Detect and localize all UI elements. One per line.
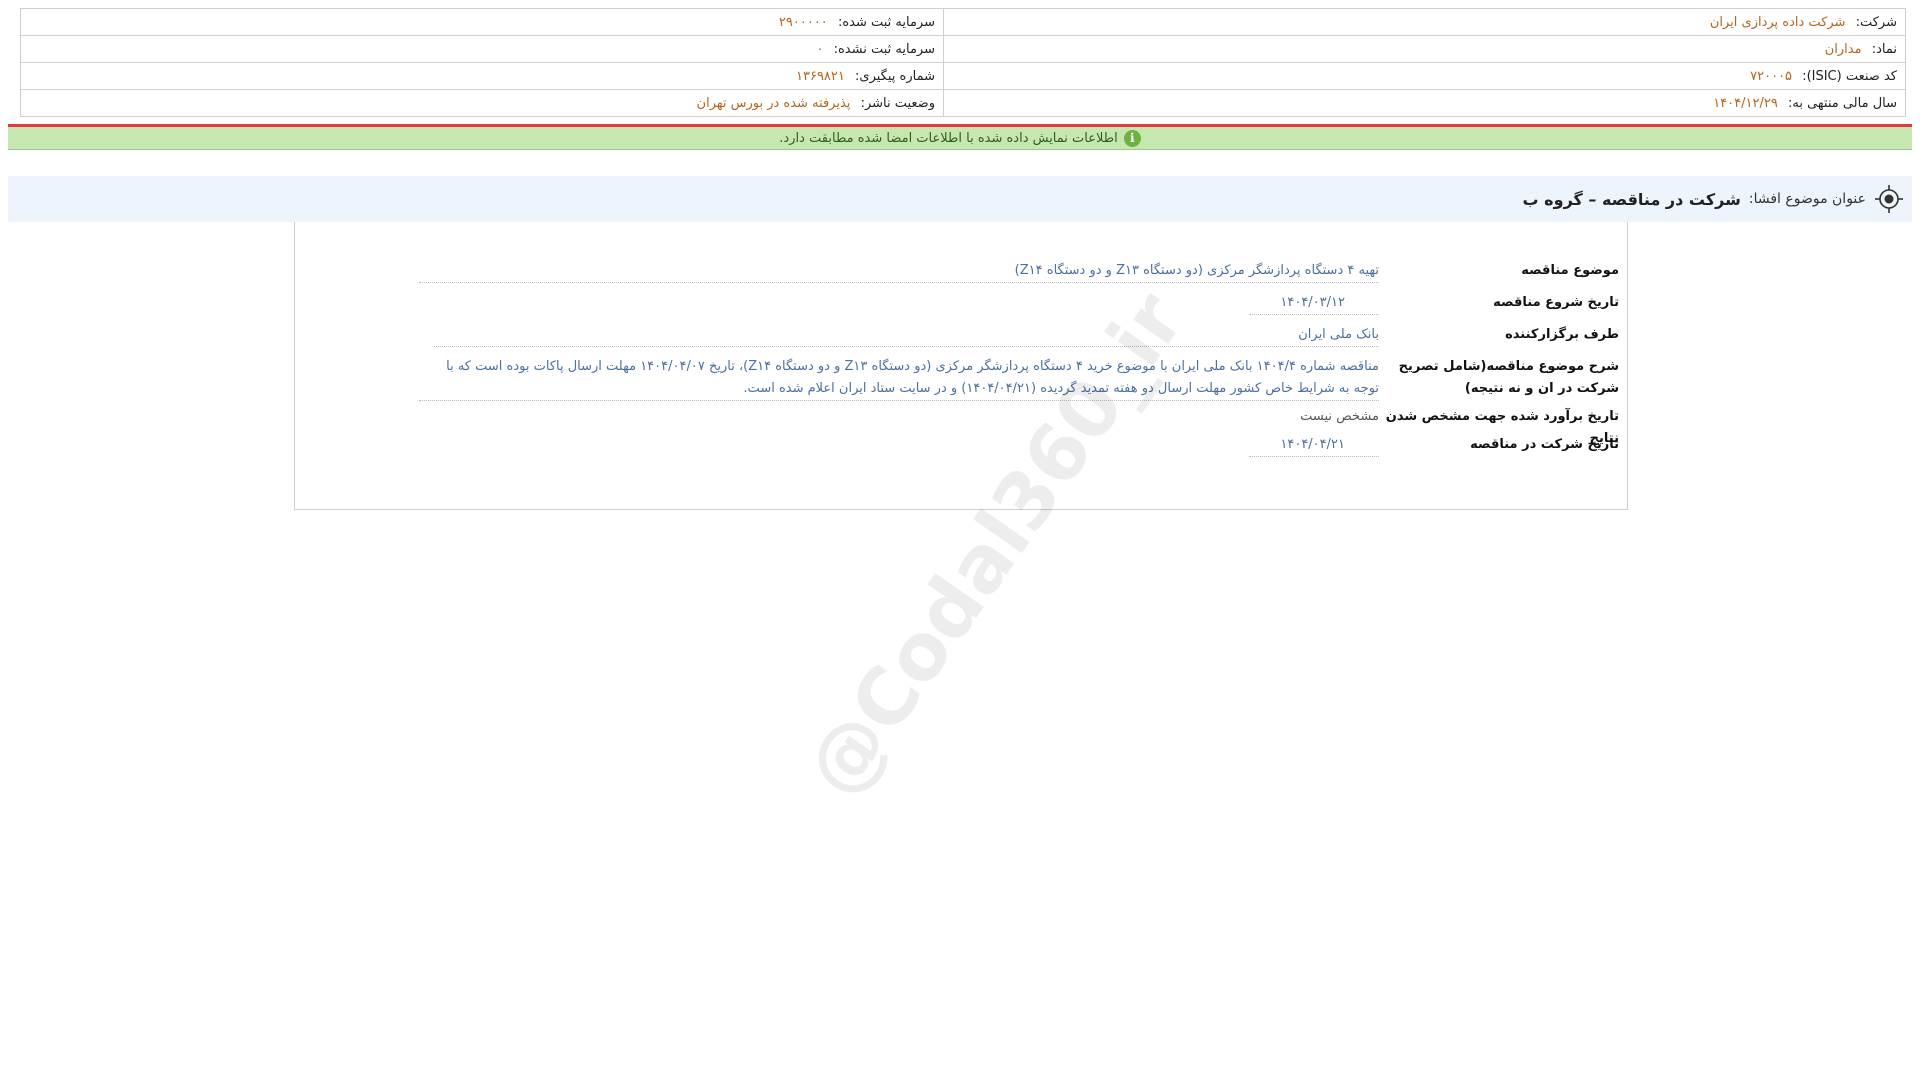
start-date-row: تاریخ شروع مناقصه ۱۴۰۴/۰۳/۱۲ <box>1249 292 1619 315</box>
description-value: مناقصه شماره ۱۴۰۴/۴ بانک ملی ایران با مو… <box>419 356 1379 401</box>
tracking-label: شماره پیگیری: <box>855 68 935 84</box>
participation-date-value: ۱۴۰۴/۰۴/۲۱ <box>1249 434 1379 457</box>
organizer-row: طرف برگزارکننده بانک ملی ایران <box>434 324 1619 347</box>
unregistered-capital-label: سرمایه ثبت نشده: <box>833 41 935 57</box>
symbol-cell: نماد: مداران <box>943 35 1906 63</box>
unregistered-capital-cell: سرمایه ثبت نشده: ۰ <box>20 35 944 63</box>
isic-cell: کد صنعت (ISIC): ۷۲۰۰۰۵ <box>943 62 1906 90</box>
info-icon: i <box>1123 129 1141 147</box>
description-row: شرح موضوع مناقصه(شامل تصریح شرکت در ان و… <box>419 356 1619 401</box>
fiscal-year-label: سال مالی منتهی به: <box>1787 95 1897 111</box>
company-info-table: شرکت: شرکت داده پردازی ایران سرمایه ثبت … <box>20 8 1906 117</box>
isic-label: کد صنعت (ISIC): <box>1802 68 1897 84</box>
organizer-value: بانک ملی ایران <box>434 324 1379 347</box>
registered-capital-label: سرمایه ثبت شده: <box>837 14 935 30</box>
isic-value: ۷۲۰۰۰۵ <box>1750 68 1793 84</box>
description-label: شرح موضوع مناقصه(شامل تصریح شرکت در ان و… <box>1398 359 1619 396</box>
publisher-status-value: پذیرفته شده در بورس تهران <box>696 95 851 111</box>
participation-date-row: تاریخ شرکت در مناقصه ۱۴۰۴/۰۴/۲۱ <box>1249 434 1619 457</box>
company-label: شرکت: <box>1855 14 1897 30</box>
fiscal-year-cell: سال مالی منتهی به: ۱۴۰۴/۱۲/۲۹ <box>943 89 1906 117</box>
tracking-value: ۱۳۶۹۸۲۱ <box>796 68 845 84</box>
symbol-value[interactable]: مداران <box>1825 42 1862 57</box>
registered-capital-cell: سرمایه ثبت شده: ۲۹۰۰۰۰۰ <box>20 8 944 36</box>
verification-notice: i اطلاعات نمایش داده شده با اطلاعات امضا… <box>8 124 1912 150</box>
company-cell: شرکت: شرکت داده پردازی ایران <box>943 8 1906 36</box>
page: شرکت: شرکت داده پردازی ایران سرمایه ثبت … <box>0 0 1920 1080</box>
tracking-cell: شماره پیگیری: ۱۳۶۹۸۲۱ <box>20 62 944 90</box>
participation-date-label: تاریخ شرکت در مناقصه <box>1470 437 1619 452</box>
symbol-label: نماد: <box>1871 41 1897 57</box>
target-icon <box>1874 184 1904 214</box>
start-date-value: ۱۴۰۴/۰۳/۱۲ <box>1249 292 1379 315</box>
estimated-date-value: مشخص نیست <box>1300 409 1379 424</box>
disclosure-subject-value: شرکت در مناقصه – گروه ب <box>1522 189 1741 209</box>
publisher-status-label: وضعیت ناشر: <box>860 95 935 111</box>
fiscal-year-value: ۱۴۰۴/۱۲/۲۹ <box>1713 95 1778 111</box>
disclosure-subject-label: عنوان موضوع افشا: <box>1748 191 1866 207</box>
disclosure-subject-bar: عنوان موضوع افشا: شرکت در مناقصه – گروه … <box>8 176 1912 222</box>
tender-subject-row: موضوع مناقصه تهیه ۴ دستگاه پردازشگر مرکز… <box>419 260 1619 283</box>
company-value[interactable]: شرکت داده پردازی ایران <box>1710 15 1846 30</box>
tender-subject-label: موضوع مناقصه <box>1521 263 1619 278</box>
start-date-label: تاریخ شروع مناقصه <box>1493 295 1619 310</box>
publisher-status-cell: وضعیت ناشر: پذیرفته شده در بورس تهران <box>20 89 944 117</box>
unregistered-capital-value: ۰ <box>816 41 824 57</box>
tender-details-panel: موضوع مناقصه تهیه ۴ دستگاه پردازشگر مرکز… <box>294 222 1628 510</box>
registered-capital-value: ۲۹۰۰۰۰۰ <box>778 14 828 30</box>
verification-notice-text: اطلاعات نمایش داده شده با اطلاعات امضا ش… <box>779 130 1118 146</box>
tender-subject-value: تهیه ۴ دستگاه پردازشگر مرکزی (دو دستگاه … <box>419 260 1379 283</box>
organizer-label: طرف برگزارکننده <box>1505 327 1619 342</box>
